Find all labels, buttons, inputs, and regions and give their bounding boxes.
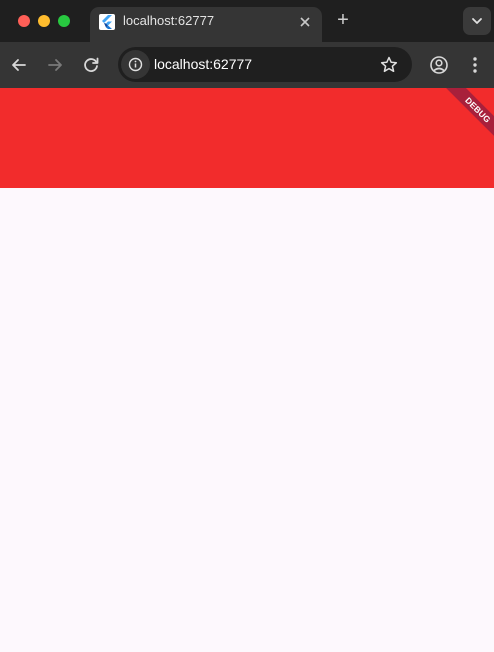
- site-info-button[interactable]: [121, 50, 150, 79]
- maximize-window-button[interactable]: [58, 15, 70, 27]
- browser-toolbar: localhost:62777: [0, 42, 494, 88]
- forward-button[interactable]: [43, 53, 67, 77]
- minimize-window-button[interactable]: [38, 15, 50, 27]
- tab-title: localhost:62777: [123, 13, 215, 28]
- account-circle-icon: [430, 56, 448, 74]
- page-viewport: DEBUG: [0, 88, 494, 652]
- tab-search-button[interactable]: [463, 7, 491, 35]
- browser-tab[interactable]: localhost:62777: [90, 7, 322, 42]
- info-icon: [128, 57, 143, 72]
- address-bar[interactable]: localhost:62777: [118, 47, 412, 82]
- close-window-button[interactable]: [18, 15, 30, 27]
- bookmark-button[interactable]: [378, 54, 400, 76]
- arrow-right-icon: [48, 59, 62, 71]
- back-button[interactable]: [7, 53, 31, 77]
- new-tab-button[interactable]: +: [333, 10, 353, 30]
- close-icon[interactable]: [296, 13, 314, 31]
- more-vertical-icon: [473, 57, 477, 73]
- app-bar: [0, 88, 494, 188]
- url-text[interactable]: localhost:62777: [154, 56, 252, 73]
- arrow-left-icon: [12, 59, 26, 71]
- menu-button[interactable]: [463, 53, 487, 77]
- reload-button[interactable]: [79, 53, 103, 77]
- profile-button[interactable]: [427, 53, 451, 77]
- tab-strip: localhost:62777 +: [0, 0, 494, 42]
- flutter-logo-icon: [99, 14, 115, 30]
- chevron-down-icon: [472, 18, 482, 24]
- star-icon: [380, 56, 398, 73]
- reload-icon: [84, 57, 99, 72]
